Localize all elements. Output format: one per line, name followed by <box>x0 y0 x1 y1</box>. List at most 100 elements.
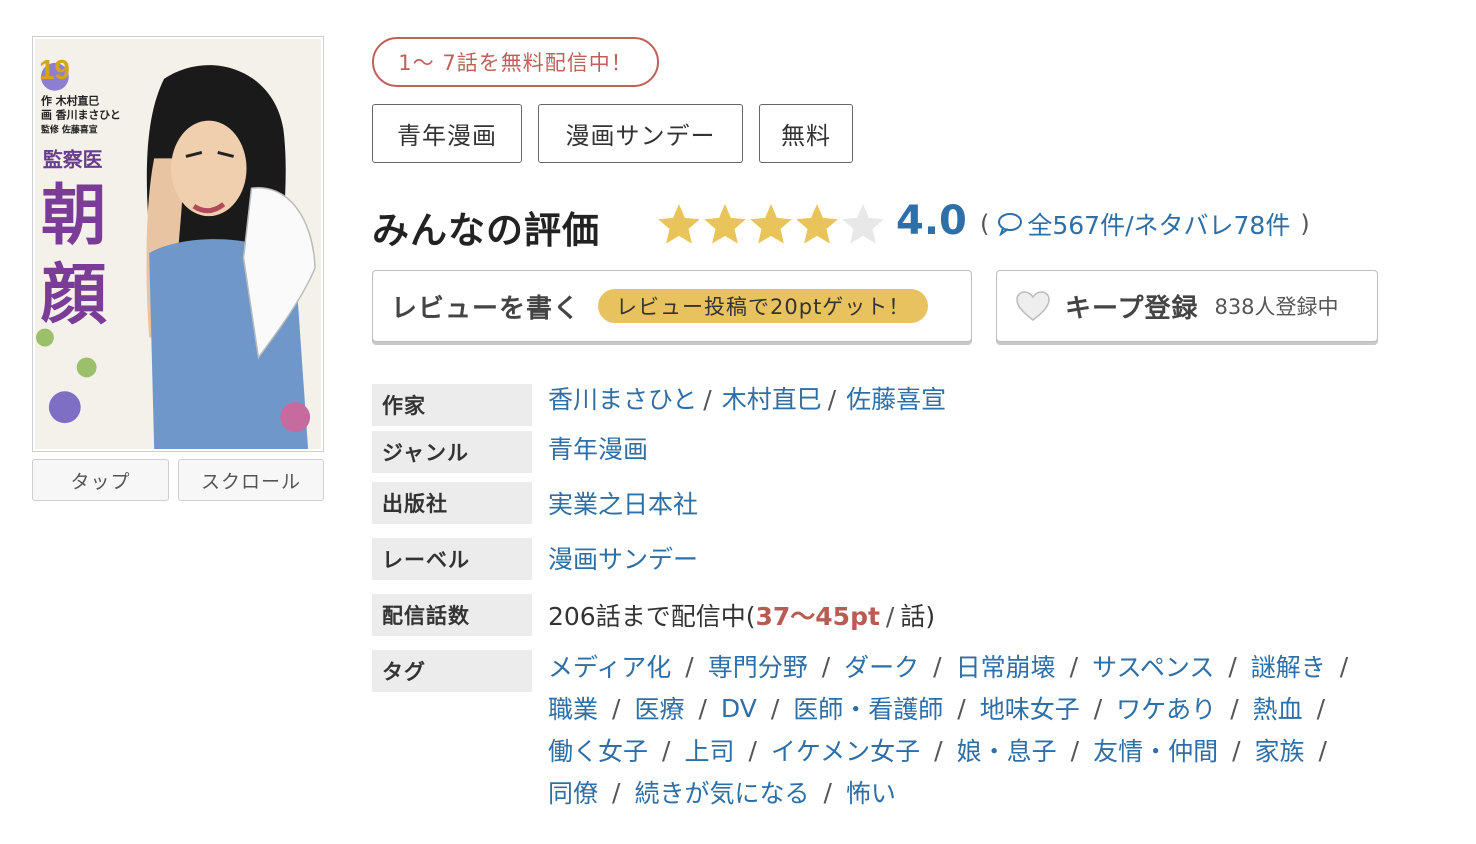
label-link[interactable]: 漫画サンデー <box>548 545 698 574</box>
delivery-prefix: 206話まで配信中( <box>548 602 756 631</box>
comic-detail-page: 19 作 木村直巳 画 香川まさひと 監修 佐藤喜宣 監察医 朝 顔 タップ ス… <box>0 0 1476 844</box>
keep-count: 838人登録中 <box>1214 295 1339 319</box>
label-label: レーベル <box>372 538 532 580</box>
tag-separator: / <box>770 693 780 723</box>
tag-link[interactable]: メディア化 <box>548 648 671 684</box>
author-separator: / <box>703 385 712 414</box>
author-label: 作家 <box>372 384 532 426</box>
cover-credit-1: 作 木村直巳 <box>41 94 99 108</box>
tag-link[interactable]: 続きが気になる <box>634 774 809 810</box>
rating-score: 4.0 <box>896 198 967 244</box>
star-filled-icon <box>750 204 792 244</box>
tag-separator: / <box>748 735 757 765</box>
speech-bubble-icon <box>998 213 1023 236</box>
tag-separator: / <box>823 777 832 807</box>
tag-link[interactable]: 医師・看護師 <box>793 690 943 726</box>
cover-series-sub: 監察医 <box>43 148 103 171</box>
star-filled-icon <box>704 204 746 244</box>
cover-art: 19 作 木村直巳 画 香川まさひと 監修 佐藤喜宣 監察医 朝 顔 <box>35 39 321 449</box>
author-link[interactable]: 香川まさひと <box>548 385 697 414</box>
free-episodes-badge: 1〜 7話を無料配信中！ <box>372 37 659 87</box>
tag-link[interactable]: DV <box>721 694 757 723</box>
tag-list: メディア化 / 専門分野 / ダーク / 日常崩壊 / サスペンス / 謎解き / 職業 / 医療 / DV / 医… <box>548 645 1448 813</box>
delivery-slash: / <box>885 602 895 631</box>
scroll-read-button[interactable]: スクロール <box>178 459 324 501</box>
reader-mode-buttons: タップ スクロール <box>32 459 324 501</box>
publisher-label: 出版社 <box>372 482 532 524</box>
delivery-price: 37〜45pt <box>755 602 880 631</box>
tag-line: 職業 / 医療 / DV / 医師・看護師 / 地味女子 / ワケあり / 熱血 / <box>548 687 1448 729</box>
tag-separator: / <box>1093 693 1103 723</box>
tag-link[interactable]: 専門分野 <box>708 648 808 684</box>
tag-link[interactable]: サスペンス <box>1092 648 1214 684</box>
author-separator: / <box>827 385 837 414</box>
genre-label: ジャンル <box>372 431 532 473</box>
tag-separator: / <box>1316 693 1326 723</box>
tag-link[interactable]: 熱血 <box>1253 690 1303 726</box>
category-tag-manga-sunday[interactable]: 漫画サンデー <box>538 104 743 163</box>
tag-line: 働く女子 / 上司 / イケメン女子 / 娘・息子 / 友情・仲間 / 家族 / <box>548 729 1448 771</box>
tag-link[interactable]: 謎解き <box>1251 648 1326 684</box>
tag-separator: / <box>1070 735 1080 765</box>
category-tag-seinen[interactable]: 青年漫画 <box>372 104 522 163</box>
tag-link[interactable]: ダーク <box>844 648 919 684</box>
cover-image[interactable]: 19 作 木村直巳 画 香川まさひと 監修 佐藤喜宣 監察医 朝 顔 <box>32 36 324 452</box>
tag-link[interactable]: 上司 <box>684 732 734 768</box>
tag-link[interactable]: 友情・仲間 <box>1093 732 1218 768</box>
delivery-label: 配信話数 <box>372 594 532 636</box>
tag-separator: / <box>662 735 671 765</box>
review-bonus-badge: レビュー投稿で20ptゲット！ <box>598 289 929 323</box>
tap-read-button[interactable]: タップ <box>32 459 169 501</box>
review-count-link[interactable]: 全567件/ネタバレ78件 <box>1027 206 1290 242</box>
star-empty-icon <box>842 204 884 244</box>
tag-separator: / <box>934 735 943 765</box>
tag-separator: / <box>1339 651 1349 681</box>
tag-separator: / <box>1232 735 1241 765</box>
write-review-button[interactable]: レビューを書く レビュー投稿で20ptゲット！ <box>372 270 972 342</box>
cover-title-1: 朝 <box>41 177 107 254</box>
publisher-value: 実業之日本社 <box>548 485 698 521</box>
tag-separator: / <box>1069 651 1079 681</box>
tag-line: 同僚 / 続きが気になる / 怖い <box>548 771 1448 813</box>
tag-separator: / <box>612 777 621 807</box>
keep-button[interactable]: キープ登録 838人登録中 <box>996 270 1378 342</box>
tag-link[interactable]: 働く女子 <box>548 732 648 768</box>
genre-link[interactable]: 青年漫画 <box>548 435 648 464</box>
tag-link[interactable]: 医療 <box>634 690 684 726</box>
star-filled-icon <box>658 204 700 244</box>
star-filled-icon <box>796 204 838 244</box>
tag-link[interactable]: 地味女子 <box>980 690 1080 726</box>
write-review-label: レビューを書く <box>391 293 581 324</box>
cover-credit-2: 画 香川まさひと <box>41 108 121 122</box>
tag-link[interactable]: ワケあり <box>1116 690 1216 726</box>
tag-link[interactable]: 職業 <box>548 690 598 726</box>
label-value: 漫画サンデー <box>548 540 698 576</box>
author-link[interactable]: 佐藤喜宣 <box>846 385 946 414</box>
delivery-value: 206話まで配信中(37〜45pt / 話) <box>548 597 935 633</box>
tag-separator: / <box>698 693 707 723</box>
tag-separator: / <box>821 651 831 681</box>
cover-volume: 19 <box>39 54 70 85</box>
publisher-link[interactable]: 実業之日本社 <box>548 490 698 519</box>
heart-icon <box>1016 291 1050 321</box>
tag-line: メディア化 / 専門分野 / ダーク / 日常崩壊 / サスペンス / 謎解き / <box>548 645 1448 687</box>
tag-link[interactable]: イケメン女子 <box>771 732 920 768</box>
tag-link[interactable]: 怖い <box>846 774 896 810</box>
author-link[interactable]: 木村直巳 <box>722 385 822 414</box>
tag-separator: / <box>1230 693 1239 723</box>
cover-title-2: 顔 <box>41 257 107 334</box>
tag-link[interactable]: 娘・息子 <box>957 732 1057 768</box>
keep-label: キープ登録 <box>1065 293 1199 324</box>
star-rating <box>656 201 886 247</box>
category-tag-free[interactable]: 無料 <box>759 104 853 163</box>
open-paren: ( <box>980 210 990 238</box>
tag-separator: / <box>933 651 942 681</box>
tag-separator: / <box>1228 651 1237 681</box>
tag-link[interactable]: 家族 <box>1255 732 1305 768</box>
tag-link[interactable]: 同僚 <box>548 774 598 810</box>
cover-credit-3: 監修 佐藤喜宣 <box>41 124 98 136</box>
close-paren: ) <box>1300 210 1310 238</box>
tag-link[interactable]: 日常崩壊 <box>956 648 1056 684</box>
rating-title: みんなの評価 <box>372 209 600 252</box>
tag-separator: / <box>685 651 694 681</box>
